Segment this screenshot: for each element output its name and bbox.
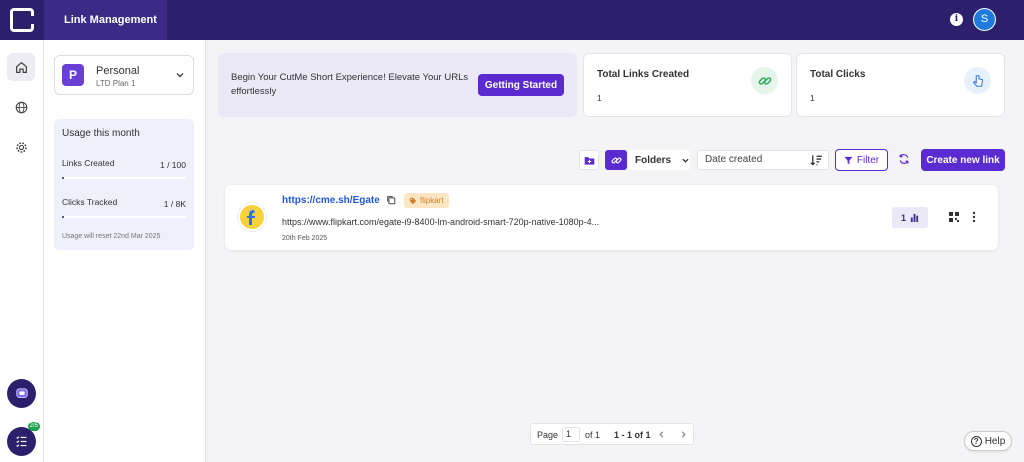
getting-started-button[interactable]: Getting Started (478, 74, 564, 96)
stat-value: 1 (597, 93, 602, 103)
bar-chart-icon (910, 213, 919, 222)
checklist-icon (16, 436, 27, 448)
link-card[interactable]: https://cme.sh/Egate flipkart https://ww… (225, 185, 998, 250)
app-logo[interactable] (0, 0, 44, 40)
links-progress-bar (62, 177, 186, 179)
more-options-icon[interactable] (972, 211, 976, 223)
banner-text: Begin Your CutMe Short Experience! Eleva… (231, 72, 469, 97)
link-icon (751, 67, 778, 94)
filter-button[interactable]: Filter (835, 149, 888, 171)
stat-value: 1 (810, 93, 815, 103)
pagination: Page 1 of 1 1 - 1 of 1 (530, 423, 694, 445)
page-title: Link Management (44, 0, 167, 40)
stat-title: Total Links Created (597, 69, 690, 80)
chat-icon (15, 387, 28, 398)
workspace-selector[interactable]: P Personal LTD Plan 1 (54, 55, 194, 95)
links-view-button[interactable] (605, 150, 627, 170)
link-icon (611, 157, 621, 163)
page-range: 1 - 1 of 1 (614, 430, 651, 440)
workspace-plan: LTD Plan 1 (96, 79, 136, 88)
user-avatar[interactable]: S (973, 8, 996, 31)
clicks-analytics-button[interactable]: 1 (892, 207, 928, 228)
tag-icon (409, 197, 417, 204)
clicks-count: 1 (900, 212, 906, 223)
clicks-tracked-value: 1 / 8K (163, 199, 186, 209)
filter-label: Filter (856, 154, 880, 166)
left-rail: 2/5 (0, 40, 44, 462)
sort-label: Date created (705, 154, 763, 165)
sidebar-panel: P Personal LTD Plan 1 Usage this month L… (44, 40, 206, 462)
workspace-name: Personal (96, 65, 140, 77)
help-icon: ? (970, 435, 982, 447)
home-icon (15, 61, 27, 73)
clicks-progress-bar (62, 216, 186, 218)
links-progress-fill (62, 177, 65, 179)
chevron-right-icon[interactable] (679, 430, 688, 439)
stat-title: Total Clicks (810, 69, 866, 80)
destination-url[interactable]: https://www.flipkart.com/egate-i9-8400-l… (282, 217, 599, 227)
chevron-left-icon[interactable] (657, 430, 666, 439)
rail-domains-button[interactable] (7, 93, 35, 121)
help-label: Help (984, 435, 1006, 447)
cutme-logo-icon (10, 8, 34, 32)
help-button[interactable]: ? Help (964, 431, 1012, 451)
clicks-tracked-label: Clicks Tracked (62, 197, 118, 207)
workspace-avatar: P (62, 64, 84, 86)
folders-dropdown[interactable]: Folders (628, 150, 690, 170)
page-of-total: of 1 (585, 430, 601, 440)
usage-title: Usage this month (62, 128, 140, 139)
copy-icon[interactable] (386, 195, 396, 205)
folder-plus-icon (584, 156, 594, 165)
links-created-label: Links Created (62, 158, 115, 168)
info-icon[interactable]: i (950, 13, 963, 26)
onboarding-banner: Begin Your CutMe Short Experience! Eleva… (218, 53, 577, 117)
usage-card: Usage this month Links Created 1 / 100 C… (54, 119, 194, 250)
tag-badge[interactable]: flipkart (404, 193, 449, 208)
tasks-checklist-button[interactable]: 2/5 (7, 422, 40, 456)
globe-icon (15, 101, 27, 113)
sort-date-select[interactable]: Date created (697, 150, 829, 170)
links-created-value: 1 / 100 (160, 160, 186, 170)
flipkart-icon (237, 202, 267, 232)
rail-home-button[interactable] (7, 53, 35, 81)
page-number-input[interactable]: 1 (562, 427, 580, 442)
tag-label: flipkart (420, 196, 444, 205)
chevron-down-icon (176, 73, 184, 78)
support-chat-button[interactable] (7, 379, 36, 408)
stat-total-links: Total Links Created 1 (583, 53, 792, 117)
create-new-link-button[interactable]: Create new link (921, 149, 1005, 171)
gear-icon (15, 141, 27, 153)
tasks-badge: 2/5 (27, 422, 40, 431)
qr-code-icon[interactable] (949, 212, 959, 222)
refresh-icon[interactable] (898, 153, 910, 165)
clicks-progress-fill (62, 216, 65, 218)
filter-icon (844, 156, 853, 164)
new-folder-button[interactable] (579, 150, 599, 170)
sort-descending-icon[interactable] (810, 154, 823, 166)
page-label: Page (537, 430, 559, 440)
usage-reset-text: Usage will reset 22nd Mar 2025 (62, 233, 161, 240)
created-date: 20th Feb 2025 (282, 235, 328, 242)
rail-settings-button[interactable] (7, 133, 35, 161)
stat-total-clicks: Total Clicks 1 (796, 53, 1005, 117)
pointer-icon (964, 67, 991, 94)
chevron-down-icon (682, 158, 689, 163)
folders-label: Folders (635, 154, 672, 166)
short-url-link[interactable]: https://cme.sh/Egate (282, 195, 380, 206)
